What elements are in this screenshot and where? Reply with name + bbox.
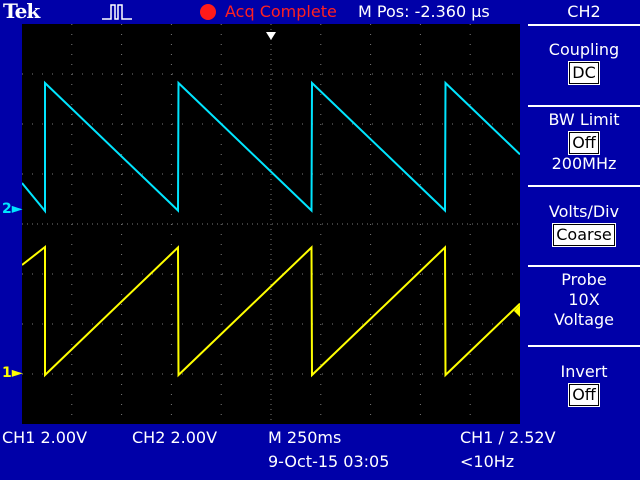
menu-separator — [528, 185, 640, 187]
menu-separator — [528, 24, 640, 26]
side-menu-title: CH2 — [567, 2, 601, 21]
bw-limit-button[interactable]: BW Limit Off 200MHz — [528, 110, 640, 174]
invert-label: Invert — [560, 362, 608, 381]
ch1-waveform — [22, 244, 520, 378]
trigger-position-icon — [266, 32, 276, 40]
menu-separator — [528, 345, 640, 347]
ch2-marker-label: 2 — [2, 201, 12, 217]
probe-button[interactable]: Probe 10X Voltage — [528, 270, 640, 330]
volts-div-label: Volts/Div — [548, 202, 620, 221]
ch1-scale: CH1 2.00V — [2, 428, 88, 447]
probe-attenuation: 10X — [568, 290, 600, 309]
trigger-readout: CH1 ∕ 2.52V — [460, 428, 556, 447]
ch1-ground-marker: 1► — [2, 365, 23, 381]
invert-button[interactable]: Invert Off — [528, 362, 640, 407]
acq-status: Acq Complete — [225, 2, 337, 21]
probe-label: Probe — [561, 270, 607, 289]
scope-grid — [22, 24, 520, 424]
brand-logo: Tek — [3, 0, 40, 23]
ch1-marker-label: 1 — [2, 365, 12, 381]
top-bar: Tek Acq Complete M Pos: -2.360 µs — [0, 0, 524, 24]
ch2-waveform — [22, 80, 520, 214]
date-time: 9-Oct-15 03:05 — [268, 452, 390, 471]
trigger-mode-icon — [102, 4, 132, 20]
coupling-value: DC — [568, 61, 600, 85]
status-bar: CH1 2.00V CH2 2.00V M 250ms 9-Oct-15 03:… — [0, 425, 640, 480]
coupling-label: Coupling — [548, 40, 620, 59]
bw-limit-value: Off — [568, 131, 600, 155]
ch2-ground-marker: 2► — [2, 201, 23, 217]
waveform-display — [22, 24, 520, 424]
m-pos: M Pos: -2.360 µs — [358, 2, 490, 21]
bw-limit-label: BW Limit — [548, 110, 620, 129]
frequency-readout: <10Hz — [460, 452, 515, 471]
ch2-scale: CH2 2.00V — [132, 428, 218, 447]
volts-div-value: Coarse — [552, 223, 616, 247]
invert-value: Off — [568, 383, 600, 407]
volts-div-button[interactable]: Volts/Div Coarse — [528, 202, 640, 247]
coupling-button[interactable]: Coupling DC — [528, 40, 640, 85]
probe-type: Voltage — [553, 310, 614, 329]
timebase: M 250ms — [268, 428, 342, 447]
bw-limit-sub: 200MHz — [551, 154, 617, 173]
acq-status-icon — [200, 4, 216, 20]
menu-separator — [528, 265, 640, 267]
menu-separator — [528, 105, 640, 107]
